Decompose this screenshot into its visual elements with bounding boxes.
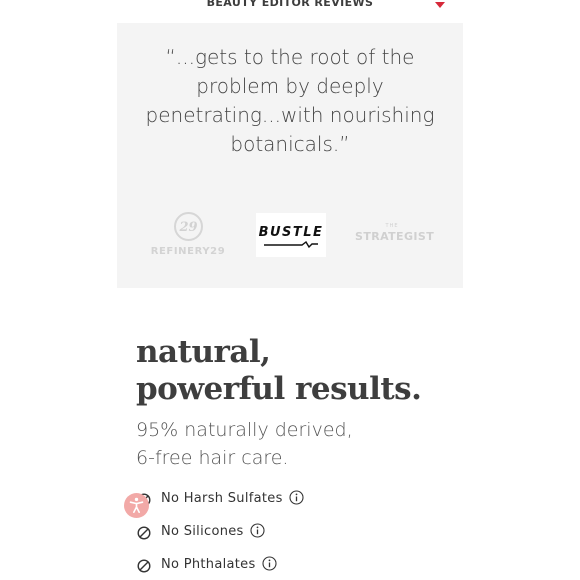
feature-label-text: No Silicones bbox=[161, 524, 244, 539]
refinery29-mark: 29 bbox=[174, 212, 203, 241]
feature-label: No Silicones bbox=[161, 523, 265, 539]
strategist-logo[interactable]: THE STRATEGIST bbox=[355, 213, 435, 257]
prohibited-icon bbox=[137, 559, 151, 573]
info-icon[interactable] bbox=[250, 523, 265, 538]
bustle-wordmark: BUSTLE bbox=[258, 225, 324, 240]
bustle-underline-swoosh bbox=[264, 241, 318, 249]
refinery29-wordmark: REFINERY29 bbox=[150, 246, 226, 257]
feature-label-text: No Phthalates bbox=[161, 557, 256, 572]
feature-label: No Phthalates bbox=[161, 556, 277, 572]
results-headline: natural, powerful results. bbox=[136, 334, 556, 408]
quote-line: botanicals.” bbox=[230, 132, 350, 156]
refinery29-logo[interactable]: 29 REFINERY29 bbox=[147, 211, 229, 263]
feature-label-text: No Harsh Sulfates bbox=[161, 491, 283, 506]
reviews-header-title[interactable]: BEAUTY EDITOR REVIEWS bbox=[0, 0, 580, 9]
quote-line: penetrating...with nourishing bbox=[145, 103, 435, 127]
accessibility-icon bbox=[129, 497, 144, 513]
review-panel: “...gets to the root of the problem by d… bbox=[117, 23, 463, 288]
strategist-prefix: THE bbox=[385, 223, 399, 229]
quote-line: “...gets to the root of the bbox=[165, 45, 415, 69]
review-quote: “...gets to the root of the problem by d… bbox=[117, 43, 463, 159]
subhead-line: 6-free hair care. bbox=[136, 447, 289, 469]
feature-list: No Harsh Sulfates No Silicones No Phthal… bbox=[136, 487, 436, 580]
bustle-logo[interactable]: BUSTLE bbox=[256, 213, 326, 257]
feature-item: No Silicones bbox=[136, 520, 436, 553]
feature-item: No Phthalates bbox=[136, 553, 436, 580]
headline-line: powerful results. bbox=[136, 371, 422, 407]
headline-line: natural, bbox=[136, 334, 271, 370]
accessibility-button[interactable] bbox=[124, 493, 149, 518]
info-icon[interactable] bbox=[261, 556, 277, 571]
info-icon[interactable] bbox=[289, 490, 304, 505]
results-subhead: 95% naturally derived, 6-free hair care. bbox=[136, 416, 536, 472]
strategist-wordmark: STRATEGIST bbox=[355, 230, 435, 243]
caret-down-icon[interactable] bbox=[435, 2, 445, 8]
reviews-header[interactable]: BEAUTY EDITOR REVIEWS bbox=[0, 0, 580, 14]
feature-item: No Harsh Sulfates bbox=[136, 487, 436, 520]
feature-label: No Harsh Sulfates bbox=[161, 490, 304, 506]
quote-line: problem by deeply bbox=[196, 74, 384, 98]
subhead-line: 95% naturally derived, bbox=[136, 419, 353, 441]
prohibited-icon bbox=[137, 526, 151, 540]
